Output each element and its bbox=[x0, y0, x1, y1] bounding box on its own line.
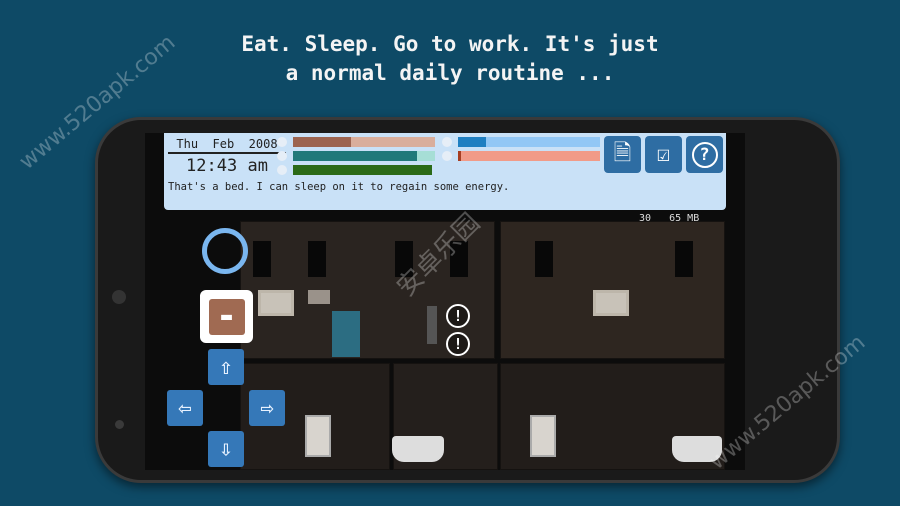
time-bar-fill bbox=[458, 151, 461, 161]
document-button[interactable]: 🗎 bbox=[604, 136, 641, 173]
time-bar bbox=[458, 151, 600, 161]
window bbox=[308, 241, 326, 277]
time-bar bbox=[458, 137, 600, 147]
time-display: 12:43 am bbox=[186, 156, 268, 176]
move-right-button[interactable]: ⇨ bbox=[249, 390, 285, 426]
help-icon: ? bbox=[691, 141, 718, 168]
alert-icon[interactable]: ! bbox=[446, 332, 470, 356]
stat-bar-fill bbox=[293, 165, 433, 175]
picture bbox=[308, 290, 330, 304]
clock-icon bbox=[442, 137, 452, 147]
move-up-button[interactable]: ⇧ bbox=[208, 349, 244, 385]
arrow-right-icon: ⇨ bbox=[260, 395, 274, 421]
stove bbox=[305, 415, 331, 457]
food-icon bbox=[277, 137, 287, 147]
phone-sensor bbox=[115, 420, 124, 429]
bed-action-button[interactable]: ▬ bbox=[200, 290, 253, 343]
tv bbox=[593, 290, 629, 316]
bathtub bbox=[392, 436, 444, 462]
clipboard-check-icon: ☑ bbox=[656, 142, 671, 167]
alert-icon[interactable]: ! bbox=[446, 304, 470, 328]
clock-icon bbox=[442, 151, 452, 161]
fridge bbox=[332, 311, 360, 357]
fps-counter: 30 bbox=[639, 213, 652, 224]
document-icon: 🗎 bbox=[613, 140, 632, 166]
move-left-button[interactable]: ⇦ bbox=[167, 390, 203, 426]
stat-bar bbox=[293, 151, 435, 161]
help-button[interactable]: ? bbox=[686, 136, 723, 173]
date-display: Thu Feb 2008 bbox=[168, 137, 286, 154]
stat-bar-fill bbox=[293, 151, 417, 161]
window bbox=[535, 241, 553, 277]
tasks-button[interactable]: ☑ bbox=[645, 136, 682, 173]
window bbox=[675, 241, 693, 277]
memory-usage: 65 MB bbox=[669, 213, 700, 224]
arrow-left-icon: ⇦ bbox=[178, 395, 192, 421]
window bbox=[253, 241, 271, 277]
phone-speaker bbox=[112, 290, 126, 304]
stat-bar bbox=[293, 165, 435, 175]
health-icon bbox=[277, 165, 287, 175]
stove bbox=[530, 415, 556, 457]
energy-icon bbox=[277, 151, 287, 161]
arrow-up-icon: ⇧ bbox=[219, 354, 233, 380]
debug-stats: 30 65 MB bbox=[639, 213, 699, 224]
status-panel: Thu Feb 2008 12:43 am That's a bed. I ca… bbox=[164, 133, 726, 210]
stat-bar bbox=[293, 137, 435, 147]
player-character[interactable] bbox=[427, 306, 437, 344]
game-screen[interactable]: Thu Feb 2008 12:43 am That's a bed. I ca… bbox=[145, 133, 745, 470]
bed-icon: ▬ bbox=[208, 298, 245, 335]
message-text: That's a bed. I can sleep on it to regai… bbox=[168, 181, 510, 193]
arrow-down-icon: ⇩ bbox=[219, 436, 233, 462]
move-down-button[interactable]: ⇩ bbox=[208, 431, 244, 467]
stat-bar-fill bbox=[293, 137, 352, 147]
tv bbox=[258, 290, 294, 316]
time-bar-fill bbox=[458, 137, 487, 147]
selection-ring bbox=[202, 228, 248, 274]
